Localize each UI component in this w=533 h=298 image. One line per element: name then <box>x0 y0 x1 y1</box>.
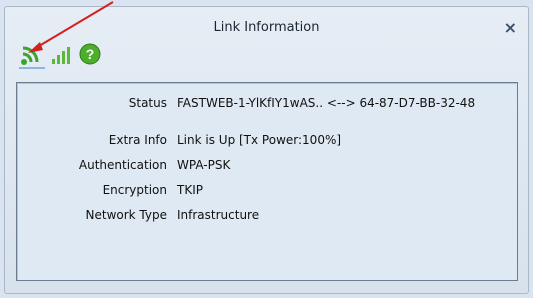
extra-info-value: Link is Up [Tx Power:100%] <box>177 133 342 147</box>
link-information-window: Link Information × ? Status FASTWEB-1-Yl… <box>4 6 529 294</box>
status-value: FASTWEB-1-YlKfIY1wAS.. <--> 64-87-D7-BB-… <box>177 96 476 110</box>
encryption-label: Encryption <box>102 183 167 197</box>
authentication-label: Authentication <box>78 158 167 172</box>
encryption-value: TKIP <box>177 183 203 197</box>
help-glyph: ? <box>86 46 95 62</box>
wifi-signal-icon[interactable] <box>19 41 45 69</box>
extra-info-label: Extra Info <box>108 133 167 147</box>
network-type-value: Infrastructure <box>177 208 260 222</box>
signal-strength-icon[interactable] <box>49 41 75 67</box>
link-info-panel: Status FASTWEB-1-YlKfIY1wAS.. <--> 64-87… <box>16 82 518 281</box>
close-icon[interactable]: × <box>504 20 517 36</box>
window-title: Link Information <box>213 20 320 35</box>
toolbar: ? <box>17 39 117 73</box>
network-type-label: Network Type <box>85 208 167 222</box>
authentication-value: WPA-PSK <box>177 158 231 172</box>
help-icon[interactable]: ? <box>77 41 103 67</box>
status-label: Status <box>128 96 167 110</box>
